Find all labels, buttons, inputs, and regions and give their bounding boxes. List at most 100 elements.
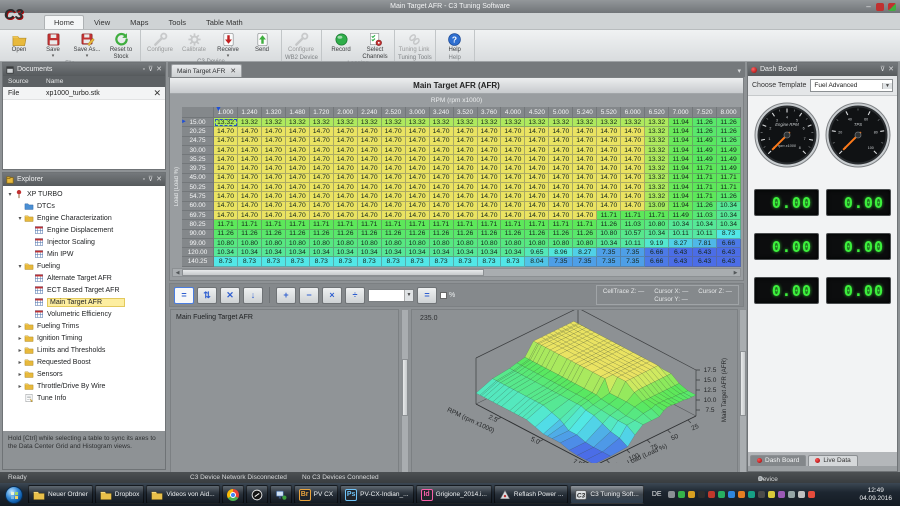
table-cell[interactable]: 7.35 xyxy=(573,257,597,266)
table-cell[interactable]: 11.71 xyxy=(525,220,549,229)
table-cell[interactable]: 14.70 xyxy=(262,137,286,146)
panel-pin-icon[interactable]: ⊽ xyxy=(148,65,153,75)
table-cell[interactable]: 14.70 xyxy=(334,146,358,155)
table-cell[interactable]: 14.70 xyxy=(501,183,525,192)
table-cell[interactable]: 13.32 xyxy=(645,183,669,192)
table-row-header[interactable]: 39.75 xyxy=(182,164,214,173)
table-col-header[interactable]: 4.520 xyxy=(525,107,549,118)
table-cell[interactable]: 14.70 xyxy=(430,211,454,220)
table-cell[interactable]: 14.70 xyxy=(597,164,621,173)
table-cell[interactable]: 11.94 xyxy=(669,192,693,201)
tray-icon[interactable] xyxy=(768,491,775,498)
table-cell[interactable]: 11.49 xyxy=(693,146,717,155)
table-cell[interactable]: 14.70 xyxy=(214,137,238,146)
table-cell[interactable]: 14.70 xyxy=(238,164,262,173)
table-col-header[interactable]: 4.000 xyxy=(501,107,525,118)
plot-list-scrollbar[interactable] xyxy=(401,309,409,474)
table-cell[interactable]: 10.80 xyxy=(382,239,406,248)
table-cell[interactable]: 14.70 xyxy=(501,192,525,201)
table-cell[interactable]: 6.66 xyxy=(645,248,669,257)
table-cell[interactable]: 11.71 xyxy=(262,220,286,229)
table-cell[interactable]: 14.70 xyxy=(286,164,310,173)
table-cell[interactable]: 14.70 xyxy=(310,146,334,155)
interpolate-vertical-button[interactable]: ⇅ xyxy=(197,287,217,304)
scroll-left-icon[interactable]: ◀ xyxy=(173,270,182,276)
table-cell[interactable]: 8.27 xyxy=(573,248,597,257)
taskbar-button-videos-von-aid[interactable]: Videos von Aid... xyxy=(146,485,219,504)
table-row-header[interactable]: 80.25 xyxy=(182,220,214,229)
documents-column-name[interactable]: Name xyxy=(41,78,63,85)
table-cell[interactable]: 11.94 xyxy=(669,202,693,211)
table-cell[interactable]: 14.70 xyxy=(478,127,502,136)
taskbar-button-black-disc[interactable] xyxy=(246,485,268,504)
table-cell[interactable]: 10.80 xyxy=(310,239,334,248)
table-cell[interactable]: 14.70 xyxy=(310,137,334,146)
table-cell[interactable]: 8.73 xyxy=(262,257,286,266)
table-cell[interactable]: 11.03 xyxy=(621,220,645,229)
tray-icon[interactable] xyxy=(718,491,725,498)
plot-list-item[interactable]: Main Fueling Target AFR xyxy=(171,310,398,321)
table-cell[interactable]: 14.70 xyxy=(358,127,382,136)
multiply-button[interactable]: × xyxy=(322,287,342,304)
table-cell[interactable]: 14.70 xyxy=(478,137,502,146)
panel-close-icon[interactable]: ✕ xyxy=(156,175,162,185)
table-cell[interactable]: 11.71 xyxy=(406,220,430,229)
table-cell[interactable]: 14.70 xyxy=(262,155,286,164)
table-cell[interactable]: 11.26 xyxy=(693,127,717,136)
table-cell[interactable]: 14.70 xyxy=(310,192,334,201)
taskbar-button-c3-tuning-soft[interactable]: C3C3 Tuning Soft... xyxy=(570,485,643,504)
table-cell[interactable]: 11.71 xyxy=(501,220,525,229)
table-cell[interactable]: 13.32 xyxy=(597,118,621,127)
table-cell[interactable]: 14.70 xyxy=(525,127,549,136)
table-cell[interactable]: 14.70 xyxy=(430,183,454,192)
chevron-right-icon[interactable]: ▸ xyxy=(16,359,24,366)
table-cell[interactable]: 14.70 xyxy=(501,202,525,211)
table-cell[interactable]: 14.70 xyxy=(334,127,358,136)
table-cell[interactable]: 11.03 xyxy=(693,211,717,220)
chevron-down-icon[interactable]: ▾ xyxy=(16,215,24,222)
table-cell[interactable]: 11.71 xyxy=(358,220,382,229)
tray-icon[interactable] xyxy=(668,491,675,498)
tray-icon[interactable] xyxy=(798,491,805,498)
table-col-header[interactable]: 3.760 xyxy=(478,107,502,118)
table-cell[interactable]: 13.32 xyxy=(621,118,645,127)
table-cell[interactable]: 14.70 xyxy=(478,202,502,211)
table-cell[interactable]: 10.80 xyxy=(478,239,502,248)
table-cell[interactable]: 8.73 xyxy=(382,257,406,266)
table-cell[interactable]: 11.71 xyxy=(621,211,645,220)
table-cell[interactable]: 14.70 xyxy=(214,164,238,173)
table-cell[interactable]: 14.70 xyxy=(573,192,597,201)
table-cell[interactable]: 14.70 xyxy=(238,155,262,164)
tray-icon[interactable] xyxy=(678,491,685,498)
table-cell[interactable]: 14.70 xyxy=(382,174,406,183)
record-button[interactable]: Record xyxy=(325,31,357,54)
table-cell[interactable]: 13.32 xyxy=(430,118,454,127)
table-cell[interactable]: 14.70 xyxy=(478,211,502,220)
table-cell[interactable]: 8.73 xyxy=(286,257,310,266)
tree-item-throttle-drive-by-wire[interactable]: ▸Throttle/Drive By Wire xyxy=(3,380,165,392)
table-cell[interactable]: 11.26 xyxy=(214,230,238,239)
table-cell[interactable]: 13.32 xyxy=(645,137,669,146)
table-cell[interactable]: 14.70 xyxy=(525,146,549,155)
table-cell[interactable]: 14.70 xyxy=(406,164,430,173)
table-cell[interactable]: 14.70 xyxy=(406,211,430,220)
table-cell[interactable]: 14.70 xyxy=(621,155,645,164)
table-cell[interactable]: 11.26 xyxy=(693,202,717,211)
table-cell[interactable]: 8.73 xyxy=(717,230,741,239)
surface-plot-canvas[interactable]: 2.55.07.5RPM (rpm x1000)255075100125Load… xyxy=(412,310,737,463)
table-cell[interactable]: 14.70 xyxy=(382,202,406,211)
table-cell[interactable]: 14.70 xyxy=(430,137,454,146)
table-cell[interactable]: 11.71 xyxy=(693,164,717,173)
table-cell[interactable]: 14.70 xyxy=(621,202,645,211)
table-cell[interactable]: 13.32 xyxy=(358,118,382,127)
table-cell[interactable]: 8.73 xyxy=(430,257,454,266)
table-cell[interactable]: 14.70 xyxy=(430,164,454,173)
table-cell[interactable]: 11.49 xyxy=(693,155,717,164)
table-cell[interactable]: 13.32 xyxy=(214,118,238,127)
table-cell[interactable]: 14.70 xyxy=(310,155,334,164)
table-cell[interactable]: 14.70 xyxy=(454,211,478,220)
table-row-header[interactable]: 24.75 xyxy=(182,137,214,146)
add-button[interactable]: + xyxy=(276,287,296,304)
table-cell[interactable]: 10.34 xyxy=(334,248,358,257)
table-cell[interactable]: 11.71 xyxy=(597,211,621,220)
